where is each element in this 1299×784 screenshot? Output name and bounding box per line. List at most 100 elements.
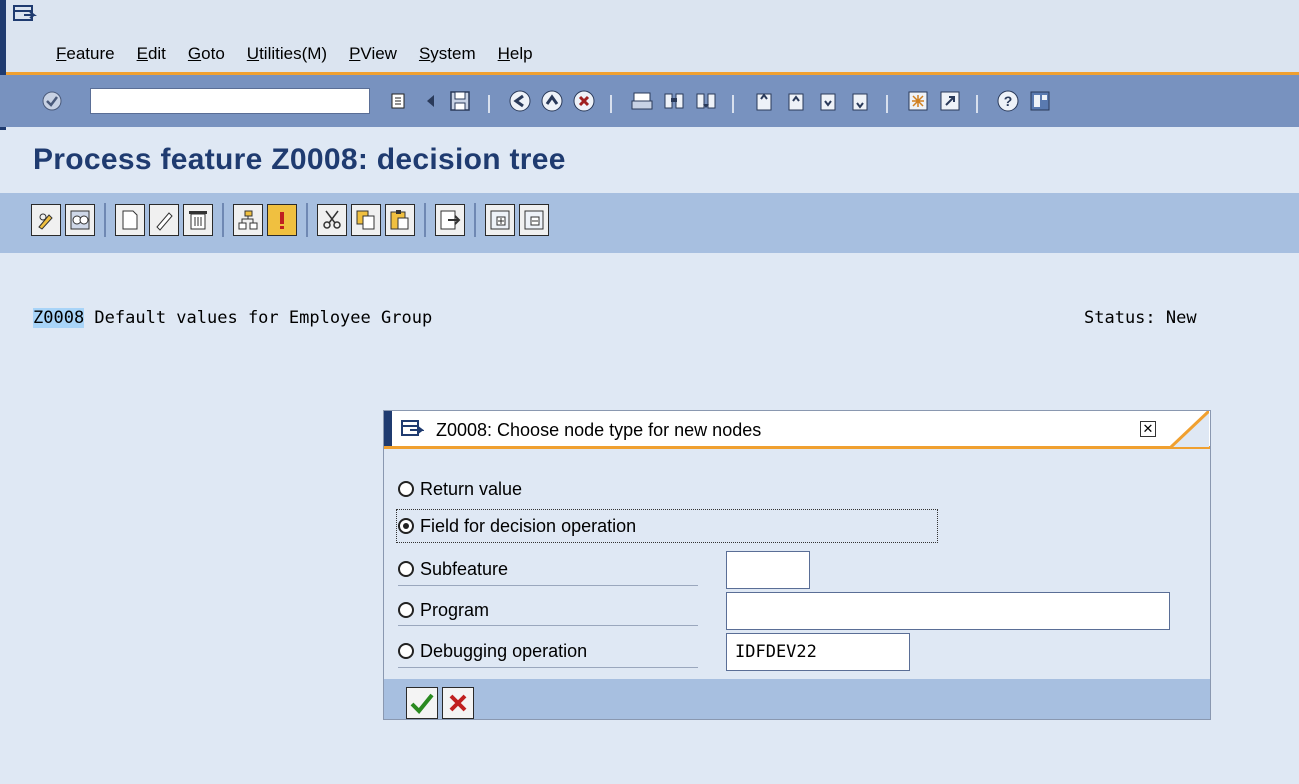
row-divider: [398, 585, 698, 586]
scissors-icon: [323, 210, 341, 229]
create-session-icon[interactable]: [904, 87, 932, 115]
close-icon[interactable]: ✕: [1140, 421, 1156, 437]
back-arrow-icon[interactable]: [416, 87, 444, 115]
layout-menu-icon[interactable]: [1026, 87, 1054, 115]
cut-button[interactable]: [317, 204, 347, 236]
tree-structure-icon: [238, 210, 258, 230]
delete-button[interactable]: [183, 204, 213, 236]
expand-button[interactable]: [485, 204, 515, 236]
copy-button[interactable]: [351, 204, 381, 236]
save-icon[interactable]: [446, 87, 474, 115]
previous-page-icon[interactable]: [782, 87, 810, 115]
paste-icon: [390, 210, 409, 230]
menu-pview[interactable]: PView: [349, 44, 397, 64]
display-button[interactable]: [65, 204, 95, 236]
option-program[interactable]: Program: [398, 596, 489, 624]
toolbar-separator: [976, 95, 978, 113]
menu-edit[interactable]: Edit: [137, 44, 166, 64]
radio-subfeature[interactable]: [398, 561, 414, 577]
option-field-decision[interactable]: Field for decision operation: [398, 512, 636, 540]
pencil-icon: [156, 212, 173, 231]
dialog-titlebar: Z0008: Choose node type for new nodes ✕: [384, 411, 1210, 449]
radio-debugging[interactable]: [398, 643, 414, 659]
last-page-icon[interactable]: [846, 87, 874, 115]
help-icon[interactable]: ?: [994, 87, 1022, 115]
new-document-icon: [122, 210, 138, 230]
menu-goto[interactable]: Goto: [188, 44, 225, 64]
option-debugging[interactable]: Debugging operation: [398, 637, 587, 665]
option-label: Program: [420, 599, 490, 620]
subfeature-input[interactable]: [726, 551, 810, 589]
option-label: Field for decision operation: [420, 515, 637, 536]
cancel-icon[interactable]: [570, 87, 598, 115]
option-label: Return value: [420, 478, 523, 499]
radio-field-decision[interactable]: [398, 518, 414, 534]
collapse-button[interactable]: [519, 204, 549, 236]
radio-return-value[interactable]: [398, 481, 414, 497]
back-icon[interactable]: [506, 87, 534, 115]
exclamation-icon: [280, 212, 284, 229]
status-text: Status: New: [1084, 308, 1197, 328]
command-field[interactable]: [90, 88, 370, 114]
radio-program[interactable]: [398, 602, 414, 618]
option-subfeature[interactable]: Subfeature: [398, 555, 508, 583]
export-button[interactable]: [435, 204, 465, 236]
menu-utilities[interactable]: Utilities(M): [247, 44, 327, 64]
toolbar-separator: [732, 95, 734, 113]
toolbar-separator: [610, 95, 612, 113]
node-type-dialog: Z0008: Choose node type for new nodes ✕ …: [383, 410, 1211, 720]
checkmark-icon: [410, 693, 434, 714]
glasses-icon: [70, 210, 90, 230]
expand-node-icon: [490, 210, 510, 230]
toolbar-separator: [474, 203, 476, 237]
change-display-button[interactable]: [31, 204, 61, 236]
find-icon[interactable]: [660, 87, 688, 115]
menu-bar: Feature Edit Goto Utilities(M) PView Sys…: [0, 0, 1299, 132]
menu-items: Feature Edit Goto Utilities(M) PView Sys…: [56, 44, 555, 64]
first-page-icon[interactable]: [750, 87, 778, 115]
copy-icon: [356, 210, 375, 230]
menu-system[interactable]: System: [419, 44, 476, 64]
window-menu-icon[interactable]: [12, 4, 38, 24]
program-input[interactable]: [726, 592, 1170, 630]
enter-check-icon[interactable]: [38, 87, 66, 115]
print-icon[interactable]: [628, 87, 656, 115]
dialog-accent-bar: [384, 411, 392, 446]
cancel-button[interactable]: [442, 687, 474, 719]
create-button[interactable]: [115, 204, 145, 236]
feature-description: Default values for Employee Group: [84, 308, 433, 328]
dialog-corner-decoration: [1169, 411, 1209, 447]
next-page-icon[interactable]: [814, 87, 842, 115]
menu-feature[interactable]: Feature: [56, 44, 115, 64]
toolbar-separator: [424, 203, 426, 237]
dialog-title: Z0008: Choose node type for new nodes: [436, 420, 762, 440]
change-button[interactable]: [149, 204, 179, 236]
svg-text:?: ?: [1004, 93, 1013, 109]
option-return-value[interactable]: Return value: [398, 475, 522, 503]
hierarchy-button[interactable]: [233, 204, 263, 236]
page-title: Process feature Z0008: decision tree: [33, 143, 566, 176]
toolbar-separator: [222, 203, 224, 237]
feature-code[interactable]: Z0008: [33, 308, 85, 328]
menu-help[interactable]: Help: [498, 44, 533, 64]
option-label: Subfeature: [420, 558, 509, 579]
toolbar-separator: [886, 95, 888, 113]
info-button[interactable]: [267, 204, 297, 236]
feature-line: Z0008 Default values for Employee Group: [33, 308, 432, 328]
toolbar-separator: [488, 95, 490, 113]
row-divider: [398, 667, 698, 668]
row-divider: [398, 625, 698, 626]
toolbar-separator: [104, 203, 106, 237]
exit-icon[interactable]: [538, 87, 566, 115]
cross-icon: [449, 694, 467, 712]
command-dropdown-icon[interactable]: [384, 87, 412, 115]
dialog-window-icon: [401, 420, 424, 436]
debugging-input[interactable]: [726, 633, 910, 671]
find-next-icon[interactable]: [692, 87, 720, 115]
pencil-glasses-icon: [38, 213, 53, 230]
confirm-button[interactable]: [406, 687, 438, 719]
export-icon: [440, 210, 461, 230]
toolbar-separator: [306, 203, 308, 237]
shortcut-icon[interactable]: [936, 87, 964, 115]
paste-button[interactable]: [385, 204, 415, 236]
